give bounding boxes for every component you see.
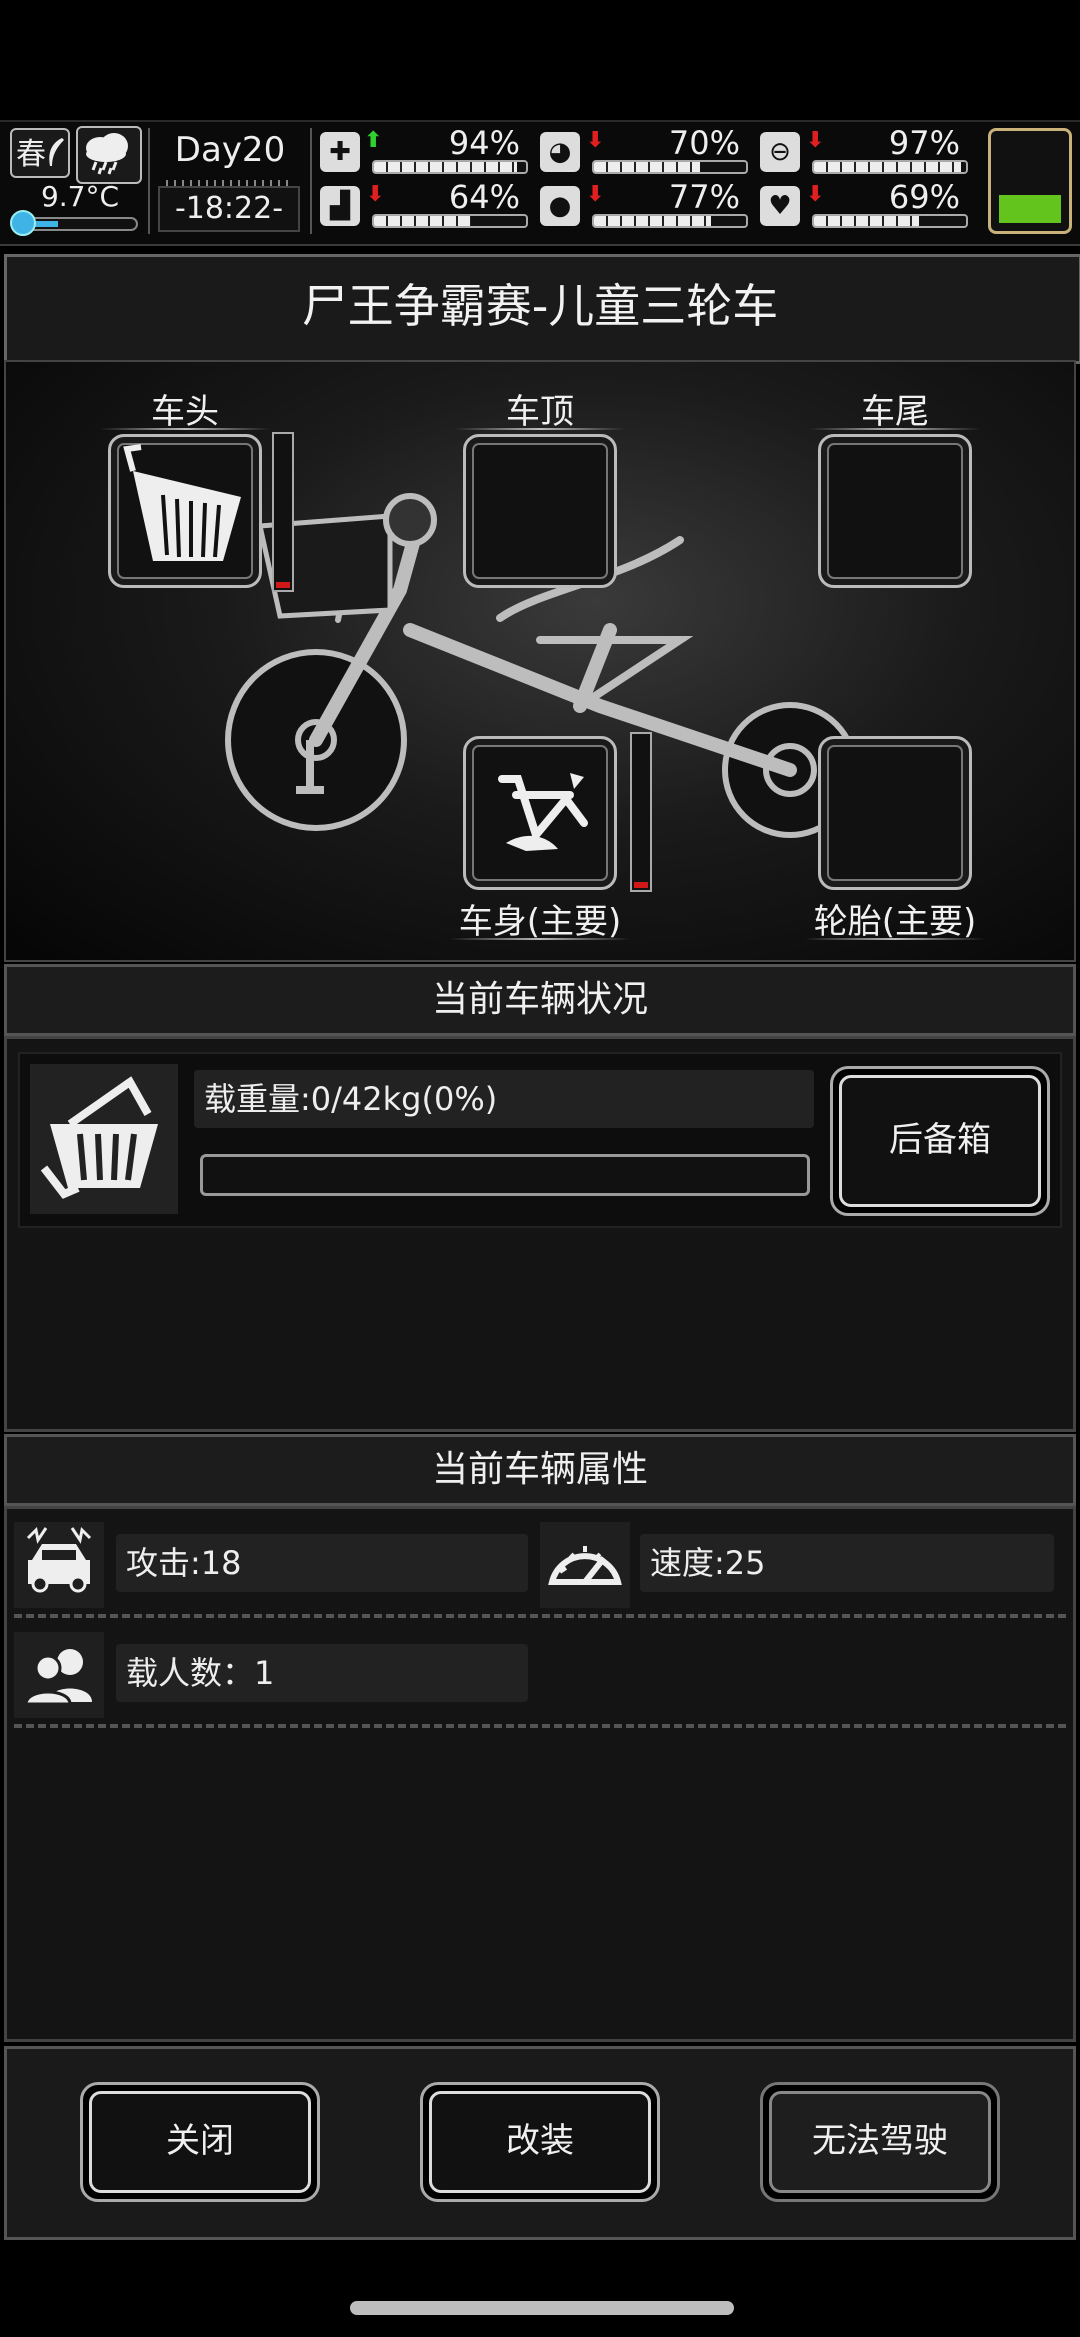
dashed-divider bbox=[14, 1614, 1066, 1618]
condition-header: 当前车辆状况 bbox=[4, 964, 1076, 1036]
heart-icon: ♥ bbox=[760, 186, 800, 226]
bladder-bar bbox=[812, 160, 968, 174]
bladder-value: 97% bbox=[888, 124, 960, 162]
trend-down-icon: ⬇ bbox=[806, 128, 825, 153]
season-badge: 春 bbox=[10, 128, 70, 178]
health-value: 94% bbox=[448, 124, 520, 162]
load-capacity-bar bbox=[200, 1154, 810, 1196]
bladder-icon: ⊖ bbox=[760, 132, 800, 172]
thirst-value: 77% bbox=[668, 178, 740, 216]
hunger-bar bbox=[592, 160, 748, 174]
trunk-button[interactable]: 后备箱 bbox=[830, 1066, 1050, 1216]
dashed-divider bbox=[14, 1724, 1066, 1728]
health-bar-fill bbox=[374, 162, 517, 172]
label-underline bbox=[450, 938, 630, 940]
stamina-value: 64% bbox=[448, 178, 520, 216]
label-underline bbox=[805, 938, 985, 940]
modify-button[interactable]: 改装 bbox=[420, 2082, 660, 2202]
load-capacity-label: 载重量:0/42kg(0%) bbox=[194, 1070, 814, 1128]
trunk-button-label: 后备箱 bbox=[839, 1075, 1041, 1207]
trend-up-icon: ⬆ bbox=[364, 128, 383, 153]
attributes-header: 当前车辆属性 bbox=[4, 1434, 1076, 1506]
mood-bar bbox=[812, 214, 968, 228]
slot-body[interactable] bbox=[463, 736, 617, 890]
thirst-bar-fill bbox=[594, 216, 712, 226]
cargo-basket-icon bbox=[30, 1064, 178, 1214]
label-underline bbox=[100, 428, 270, 430]
mood-bar-fill bbox=[814, 216, 919, 226]
season-text: 春 bbox=[16, 137, 46, 172]
slot-tail[interactable] bbox=[818, 434, 972, 588]
bladder-bar-fill bbox=[814, 162, 962, 172]
car-crash-icon bbox=[14, 1522, 104, 1608]
thirst-bar bbox=[592, 214, 748, 228]
body-durability-bar bbox=[630, 732, 652, 892]
divider bbox=[148, 128, 150, 234]
passengers-icon bbox=[14, 1632, 104, 1718]
boot-icon: ▟ bbox=[320, 186, 360, 226]
label-underline bbox=[455, 428, 625, 430]
slot-roof-label: 车顶 bbox=[506, 392, 574, 432]
battery-fill bbox=[999, 195, 1061, 223]
battery-indicator[interactable] bbox=[988, 128, 1072, 234]
slot-roof[interactable] bbox=[463, 434, 617, 588]
speedometer-icon bbox=[540, 1522, 630, 1608]
medkit-icon: ✚ bbox=[320, 132, 360, 172]
attack-value: 攻击:18 bbox=[116, 1534, 528, 1592]
stamina-bar-fill bbox=[374, 216, 472, 226]
slot-tire[interactable] bbox=[818, 736, 972, 890]
trend-down-icon: ⬇ bbox=[366, 182, 385, 207]
stamina-bar bbox=[372, 214, 528, 228]
rain-cloud-icon bbox=[76, 126, 142, 184]
trend-down-icon: ⬇ bbox=[806, 182, 825, 207]
drive-button[interactable]: 无法驾驶 bbox=[760, 2082, 1000, 2202]
trend-down-icon: ⬇ bbox=[586, 128, 605, 153]
slot-body-label: 车身(主要) bbox=[458, 902, 622, 942]
divider bbox=[310, 128, 312, 234]
close-button-label: 关闭 bbox=[89, 2091, 311, 2193]
water-drop-icon: ● bbox=[540, 186, 580, 226]
slot-tail-label: 车尾 bbox=[861, 392, 929, 432]
basket-icon bbox=[123, 444, 241, 561]
stomach-icon: ◕ bbox=[540, 132, 580, 172]
head-durability-fill bbox=[276, 582, 290, 588]
speed-value: 速度:25 bbox=[640, 1534, 1054, 1592]
game-clock: -18:22- bbox=[158, 186, 300, 232]
page-title: 尸王争霸赛-儿童三轮车 bbox=[301, 279, 779, 333]
slot-head[interactable] bbox=[108, 434, 262, 588]
home-indicator[interactable] bbox=[350, 2301, 734, 2315]
bike-frame-icon bbox=[498, 773, 588, 851]
feather-icon bbox=[49, 138, 64, 166]
slot-head-label: 车头 bbox=[151, 392, 219, 432]
body-durability-fill bbox=[634, 882, 648, 888]
thermometer-icon bbox=[10, 210, 36, 236]
health-bar bbox=[372, 160, 528, 174]
temperature-label: 9.7°C bbox=[40, 180, 120, 213]
hunger-bar-fill bbox=[594, 162, 701, 172]
passenger-capacity-value: 载人数：1 bbox=[116, 1644, 528, 1702]
close-button[interactable]: 关闭 bbox=[80, 2082, 320, 2202]
day-counter: Day20 bbox=[174, 130, 286, 170]
slot-tire-label: 轮胎(主要) bbox=[813, 902, 977, 942]
trend-down-icon: ⬇ bbox=[586, 182, 605, 207]
label-underline bbox=[810, 428, 980, 430]
head-durability-bar bbox=[272, 432, 294, 592]
hunger-value: 70% bbox=[668, 124, 740, 162]
mood-value: 69% bbox=[888, 178, 960, 216]
drive-button-label: 无法驾驶 bbox=[769, 2091, 991, 2193]
modify-button-label: 改装 bbox=[429, 2091, 651, 2193]
